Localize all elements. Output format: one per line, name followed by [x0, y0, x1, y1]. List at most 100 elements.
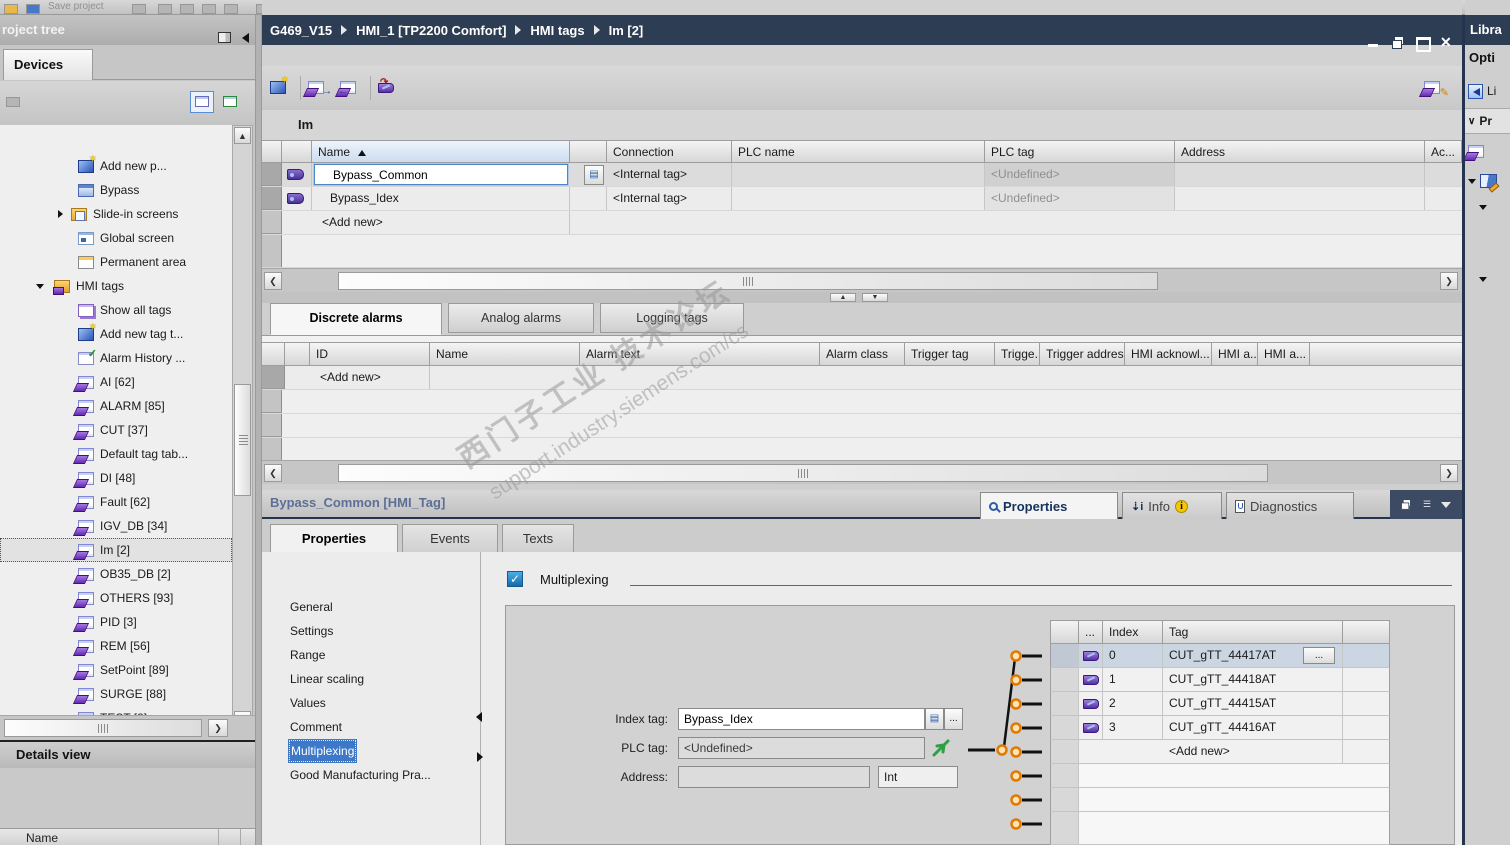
nav-linear-scaling[interactable]: Linear scaling [262, 667, 478, 691]
collapse-icon[interactable] [36, 283, 44, 289]
address-type-field[interactable]: Int [878, 766, 958, 788]
column-header-dots[interactable]: ... [1079, 621, 1103, 643]
scroll-right-icon[interactable]: ❯ [1440, 272, 1458, 290]
tab-analog-alarms[interactable]: Analog alarms [448, 303, 594, 333]
table-row[interactable]: Bypass_Idex <Internal tag> <Undefined> [262, 187, 1462, 211]
cell-index[interactable]: 3 [1103, 716, 1163, 739]
cell-tag[interactable]: CUT_gTT_44416AT [1163, 716, 1343, 739]
project-library-header[interactable]: ∨ Pr [1465, 108, 1510, 134]
subtab-texts[interactable]: Texts [502, 524, 574, 552]
column-header-connection[interactable]: Connection [607, 141, 732, 162]
tab-devices[interactable]: Devices [3, 49, 93, 80]
column-header-alarm-text[interactable]: Alarm text [580, 343, 820, 365]
multiplexing-checkbox[interactable]: ✓ [507, 571, 523, 587]
tag-name-input[interactable] [314, 164, 568, 185]
breadcrumb-device[interactable]: HMI_1 [TP2200 Comfort] [356, 23, 506, 38]
cell-index[interactable]: 1 [1103, 668, 1163, 691]
column-header-plc-name[interactable]: PLC name [732, 141, 985, 162]
print-icon[interactable] [132, 4, 146, 14]
tree-item-im-selected[interactable]: Im [2] [0, 538, 232, 562]
cell-index[interactable]: 0 [1103, 644, 1163, 667]
menu-icon[interactable]: ☰ [1423, 499, 1431, 510]
column-header-trigger-address[interactable]: Trigger address [1040, 343, 1125, 365]
save-project-label[interactable]: Save project [48, 1, 104, 12]
nav-values[interactable]: Values [262, 691, 478, 715]
subtab-properties[interactable]: Properties [270, 524, 398, 552]
tree-vertical-scrollbar[interactable]: ▲ ▼ [232, 125, 253, 730]
tree-item-cut[interactable]: CUT [37] [0, 418, 232, 442]
index-row-1[interactable]: 1 CUT_gTT_44418AT [1050, 668, 1390, 692]
add-tag-icon[interactable] [270, 75, 292, 98]
cut-icon[interactable] [158, 4, 172, 14]
breadcrumb-project[interactable]: G469_V15 [270, 23, 332, 38]
import-icon[interactable]: ← [338, 78, 362, 98]
crossref-tag-icon[interactable]: ↷ [378, 77, 400, 98]
row-handle[interactable] [262, 187, 282, 210]
name-list-button[interactable]: ▤ [584, 165, 604, 185]
panel-splitter[interactable] [255, 15, 262, 845]
tree-item-alarm[interactable]: ALARM [85] [0, 394, 232, 418]
alarm-table-horizontal-scrollbar[interactable]: ❮ ❯ [262, 460, 1462, 484]
column-header-access[interactable]: Ac... [1425, 141, 1462, 162]
tab-diagnostics[interactable]: Diagnostics [1226, 492, 1354, 519]
scrollbar-thumb[interactable] [338, 272, 1158, 290]
restore-icon[interactable] [1392, 37, 1404, 49]
tree-item-others[interactable]: OTHERS [93] [0, 586, 232, 610]
expand-view-button[interactable] [218, 91, 242, 113]
tree-item-global-screen[interactable]: Global screen [0, 226, 232, 250]
expand-icon[interactable] [58, 210, 63, 218]
cell-address[interactable] [1175, 187, 1425, 210]
collapse-pane-icon[interactable] [1441, 501, 1452, 508]
tree-item-default-tag-table[interactable]: Default tag tab... [0, 442, 232, 466]
paste-icon[interactable] [202, 4, 216, 14]
scrollbar-thumb[interactable] [338, 464, 1268, 482]
add-new-row[interactable]: <Add new> [262, 211, 1462, 235]
maximize-icon[interactable] [1416, 37, 1431, 52]
export-icon[interactable]: → [308, 78, 332, 98]
scroll-left-icon[interactable]: ❮ [264, 464, 282, 482]
tab-properties[interactable]: Properties [980, 492, 1118, 519]
column-header-hmi-ack-bit[interactable]: HMI a... [1212, 343, 1258, 365]
tree-item-ai[interactable]: AI [62] [0, 370, 232, 394]
float-panel-icon[interactable] [1401, 500, 1412, 510]
scroll-up-icon[interactable]: ▲ [234, 127, 251, 144]
index-row-3[interactable]: 3 CUT_gTT_44416AT [1050, 716, 1390, 740]
tree-filter-icon[interactable] [6, 97, 20, 107]
scroll-right-icon[interactable]: ❯ [1440, 464, 1458, 482]
tree-item-show-all-tags[interactable]: Show all tags [0, 298, 232, 322]
splitter-up-icon[interactable]: ▲ [830, 293, 856, 302]
tab-logging-tags[interactable]: Logging tags [600, 303, 744, 333]
index-row-2[interactable]: 2 CUT_gTT_44415AT [1050, 692, 1390, 716]
nav-comment[interactable]: Comment [262, 715, 478, 739]
column-header-hmi-ack-address[interactable]: HMI a... [1258, 343, 1310, 365]
address-field[interactable] [678, 766, 870, 788]
column-header-alarm-class[interactable]: Alarm class [820, 343, 905, 365]
tree-item-add-new-tag-table[interactable]: Add new tag t... [0, 322, 232, 346]
tree-item-di[interactable]: DI [48] [0, 466, 232, 490]
nav-range[interactable]: Range [262, 643, 478, 667]
column-header-address[interactable]: Address [1175, 141, 1425, 162]
column-header-hmi-ack-tag[interactable]: HMI acknowl... [1125, 343, 1212, 365]
panel-layout-icon[interactable] [217, 32, 231, 44]
edit-layout-icon[interactable]: ✎ [1424, 78, 1449, 99]
tab-discrete-alarms[interactable]: Discrete alarms [270, 303, 442, 335]
copy-icon[interactable] [180, 4, 194, 14]
tree-item-surge[interactable]: SURGE [88] [0, 682, 232, 706]
cell-connection[interactable]: <Internal tag> [607, 163, 732, 186]
tree-item-igv-db[interactable]: IGV_DB [34] [0, 514, 232, 538]
cell-plc-name[interactable] [732, 187, 985, 210]
nav-settings[interactable]: Settings [262, 619, 478, 643]
tree-item-rem[interactable]: REM [56] [0, 634, 232, 658]
project-library-node[interactable] [1465, 168, 1510, 194]
save-icon[interactable] [26, 4, 40, 14]
nav-multiplexing[interactable]: Multiplexing [262, 739, 478, 763]
breadcrumb-table[interactable]: Im [2] [609, 23, 644, 38]
tree-item-slide-in-screens[interactable]: Slide-in screens [0, 202, 232, 226]
column-header-index[interactable]: Index [1103, 621, 1163, 643]
column-header-trigger-tag[interactable]: Trigger tag [905, 343, 995, 365]
tree-item-permanent-area[interactable]: Permanent area [0, 250, 232, 274]
cell-plc-tag[interactable]: <Undefined> [985, 163, 1175, 186]
cell-plc-name[interactable] [732, 163, 985, 186]
tag-table-horizontal-scrollbar[interactable]: ❮ ❯ [262, 268, 1462, 292]
details-name-column-header[interactable]: Name [0, 828, 255, 845]
